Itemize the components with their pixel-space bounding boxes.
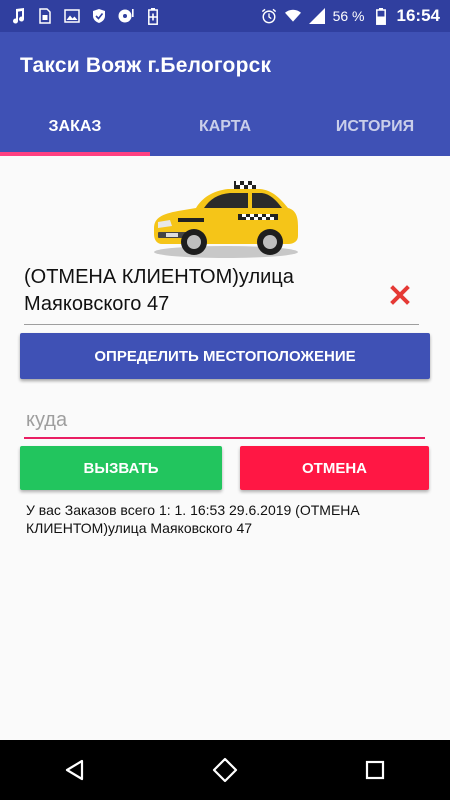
destination-input[interactable] xyxy=(24,405,429,435)
close-icon[interactable] xyxy=(390,282,410,310)
orders-summary: У вас Заказов всего 1: 1. 16:53 29.6.201… xyxy=(26,502,360,536)
shield-icon xyxy=(91,7,107,25)
tab-map[interactable]: КАРТА xyxy=(150,102,300,156)
recents-icon[interactable] xyxy=(345,740,405,800)
order-screen: (ОТМЕНА КЛИЕНТОМ)улица Маяковского 47 ОП… xyxy=(0,156,450,740)
destination-underline xyxy=(24,437,425,439)
taxi-car-image xyxy=(154,181,298,258)
back-icon[interactable] xyxy=(45,740,105,800)
sim-icon xyxy=(37,7,53,25)
alarm-icon xyxy=(261,7,277,25)
battery-percent: 56 % xyxy=(332,8,365,24)
pickup-address-field[interactable]: (ОТМЕНА КЛИЕНТОМ)улица Маяковского 47 xyxy=(24,264,422,325)
tab-order[interactable]: ЗАКАЗ xyxy=(0,102,150,156)
destination-field xyxy=(24,405,429,439)
music-icon xyxy=(10,7,26,25)
clock: 16:54 xyxy=(396,6,440,25)
call-taxi-button[interactable]: ВЫЗВАТЬ xyxy=(20,446,222,490)
app-title: Такси Вояж г.Белогорск xyxy=(20,54,272,77)
pickup-address-line-2: Маяковского 47 xyxy=(24,293,170,315)
battery-icon xyxy=(373,7,389,25)
app-bar: Такси Вояж г.Белогорск ЗАКАЗ КАРТА ИСТОР… xyxy=(0,32,450,156)
home-icon[interactable] xyxy=(195,740,255,800)
pickup-address-line-1: (ОТМЕНА КЛИЕНТОМ)улица xyxy=(24,266,294,288)
cancel-order-button[interactable]: ОТМЕНА xyxy=(240,446,429,490)
navigation-bar xyxy=(0,740,450,800)
tab-history[interactable]: ИСТОРИЯ xyxy=(300,102,450,156)
status-bar: 56 % 16:54 xyxy=(0,0,450,32)
image-icon xyxy=(64,7,80,25)
media-icon xyxy=(118,7,134,25)
tab-bar: ЗАКАЗ КАРТА ИСТОРИЯ xyxy=(0,102,450,156)
locate-button[interactable]: ОПРЕДЕЛИТЬ МЕСТОПОЛОЖЕНИЕ xyxy=(20,333,430,379)
wifi-icon xyxy=(284,7,301,25)
battery-saver-icon xyxy=(145,7,161,25)
pickup-address-text: (ОТМЕНА КЛИЕНТОМ)улица Маяковского 47 xyxy=(24,264,364,318)
signal-icon xyxy=(308,7,325,25)
pickup-address-underline xyxy=(24,324,419,325)
